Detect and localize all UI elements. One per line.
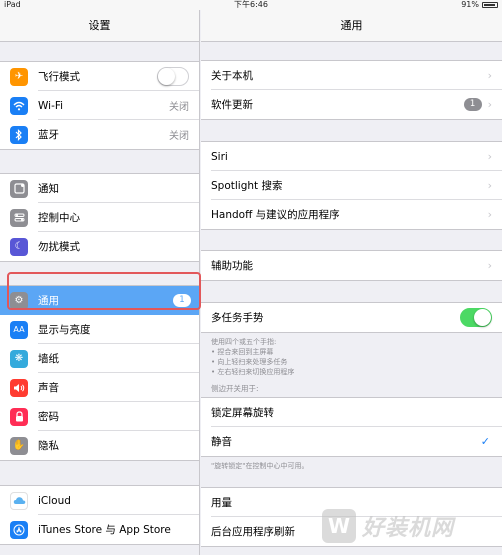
main-group-about: 关于本机 › 软件更新 1 › <box>201 60 502 120</box>
moon-icon: ☾ <box>10 237 28 256</box>
sidebar-item-wifi[interactable]: Wi-Fi 关闭 <box>0 91 199 120</box>
chevron-right-icon: › <box>487 98 492 111</box>
sidebar-item-passcode[interactable]: 密码 <box>0 402 199 431</box>
sidebar-item-do-not-disturb[interactable]: ☾ 勿扰模式 <box>0 232 199 261</box>
sidebar-item-wallpaper[interactable]: ❋ 墙纸 <box>0 344 199 373</box>
lock-rotation-row[interactable]: 锁定屏幕旋转 <box>201 398 502 427</box>
bluetooth-icon <box>10 125 28 144</box>
notification-icon <box>10 179 28 198</box>
status-bar: iPad 下午6:46 91% <box>0 0 502 10</box>
sidebar-item-itunes-app-store[interactable]: iTunes Store 与 App Store <box>0 515 199 544</box>
sidebar-item-label: 密码 <box>38 411 59 423</box>
spotlight-search-row[interactable]: Spotlight 搜索 › <box>201 171 502 200</box>
sidebar-item-label: 蓝牙 <box>38 129 59 141</box>
row-label: 静音 <box>211 436 232 448</box>
row-label: Spotlight 搜索 <box>211 180 283 192</box>
sound-icon <box>10 378 28 397</box>
sidebar-item-label: iCloud <box>38 494 71 507</box>
multitasking-gestures-toggle[interactable] <box>460 308 492 327</box>
main-group-accessibility: 辅助功能 › <box>201 250 502 281</box>
software-update-row[interactable]: 软件更新 1 › <box>201 90 502 119</box>
checkmark-icon: ✓ <box>480 435 490 448</box>
sidebar-item-sounds[interactable]: 声音 <box>0 373 199 402</box>
sidebar-item-label: 通知 <box>38 183 59 195</box>
sidebar-item-privacy[interactable]: ✋ 隐私 <box>0 431 199 460</box>
sidebar-item-icloud[interactable]: iCloud <box>0 486 199 515</box>
chevron-right-icon: › <box>487 208 492 221</box>
icloud-icon <box>10 491 28 510</box>
row-label: 关于本机 <box>211 70 253 82</box>
accessibility-row[interactable]: 辅助功能 › <box>201 251 502 280</box>
row-label: 辅助功能 <box>211 260 253 272</box>
bluetooth-status: 关闭 <box>169 131 189 142</box>
mute-row[interactable]: 静音 ✓ <box>201 427 502 456</box>
row-label: 多任务手势 <box>211 312 264 324</box>
main-group-side-switch: 锁定屏幕旋转 静音 ✓ <box>201 397 502 457</box>
wifi-icon <box>10 96 28 115</box>
battery-icon <box>482 2 498 8</box>
handoff-row[interactable]: Handoff 与建议的应用程序 › <box>201 200 502 229</box>
multitasking-note-line: • 向上轻扫来处理多任务 <box>211 358 288 366</box>
watermark: W 好装机网 <box>322 507 482 545</box>
status-time: 下午6:46 <box>234 0 268 9</box>
sidebar-item-label: 勿扰模式 <box>38 241 80 253</box>
chevron-right-icon: › <box>487 179 492 192</box>
airplane-mode-toggle[interactable] <box>157 67 189 86</box>
main-title: 通用 <box>201 10 502 42</box>
lock-icon <box>10 407 28 426</box>
wifi-status: 关闭 <box>169 102 189 113</box>
siri-row[interactable]: Siri › <box>201 142 502 171</box>
watermark-logo-icon: W <box>322 509 356 543</box>
control-center-icon <box>10 208 28 227</box>
sidebar-group-accounts: iCloud iTunes Store 与 App Store <box>0 485 199 545</box>
sidebar-item-airplane-mode[interactable]: ✈ 飞行模式 <box>0 62 199 91</box>
sidebar-item-label: 隐私 <box>38 440 59 452</box>
multitasking-note-line: 使用四个或五个手指: <box>211 338 277 346</box>
watermark-text: 好装机网 <box>362 516 455 541</box>
main-group-siri: Siri › Spotlight 搜索 › Handoff 与建议的应用程序 › <box>201 141 502 230</box>
side-switch-header: 侧边开关用于: <box>211 384 259 393</box>
battery-percent: 91% <box>461 0 479 9</box>
multitasking-note-line: • 左右轻扫来切换应用程序 <box>211 368 295 376</box>
sidebar-group-general: ⚙ 通用 1 AA 显示与亮度 ❋ 墙纸 声音 密码 ✋ 隐私 <box>0 285 199 461</box>
sidebar-group-connectivity: ✈ 飞行模式 Wi-Fi 关闭 蓝牙 关闭 <box>0 61 199 150</box>
general-highlight-box <box>7 272 201 310</box>
sidebar-item-label: iTunes Store 与 App Store <box>38 524 171 536</box>
main-group-multitasking: 多任务手势 <box>201 302 502 333</box>
row-label: 软件更新 <box>211 99 253 111</box>
row-label: Handoff 与建议的应用程序 <box>211 209 340 221</box>
row-label: Siri <box>211 150 228 163</box>
display-brightness-icon: AA <box>10 320 28 339</box>
multitasking-note-line: • 捏合来回到主屏幕 <box>211 348 274 356</box>
sidebar-item-label: 显示与亮度 <box>38 324 91 336</box>
sidebar-item-label: 飞行模式 <box>38 71 80 83</box>
airplane-icon: ✈ <box>10 67 28 86</box>
general-settings-pane: 通用 关于本机 › 软件更新 1 › Siri › Spotlight 搜索 ›… <box>201 10 502 555</box>
about-row[interactable]: 关于本机 › <box>201 61 502 90</box>
row-label: 锁定屏幕旋转 <box>211 407 274 419</box>
sidebar-item-control-center[interactable]: 控制中心 <box>0 203 199 232</box>
sidebar-item-label: 墙纸 <box>38 353 59 365</box>
sidebar-item-notifications[interactable]: 通知 <box>0 174 199 203</box>
sidebar-title: 设置 <box>0 10 199 42</box>
sidebar-item-label: Wi-Fi <box>38 99 64 112</box>
sidebar-item-display-brightness[interactable]: AA 显示与亮度 <box>0 315 199 344</box>
sidebar-item-label: 控制中心 <box>38 212 80 224</box>
app-store-icon <box>10 520 28 539</box>
wallpaper-icon: ❋ <box>10 349 28 368</box>
sidebar-group-notifications: 通知 控制中心 ☾ 勿扰模式 <box>0 173 199 262</box>
sidebar-item-label: 声音 <box>38 382 59 394</box>
chevron-right-icon: › <box>487 150 492 163</box>
chevron-right-icon: › <box>487 259 492 272</box>
chevron-right-icon: › <box>487 69 492 82</box>
side-switch-footer: "旋转锁定"在控制中心中可用。 <box>211 462 309 470</box>
hand-icon: ✋ <box>10 436 28 455</box>
sidebar-item-bluetooth[interactable]: 蓝牙 关闭 <box>0 120 199 149</box>
software-update-badge: 1 <box>463 98 482 111</box>
multitasking-gestures-row: 多任务手势 <box>201 303 502 332</box>
